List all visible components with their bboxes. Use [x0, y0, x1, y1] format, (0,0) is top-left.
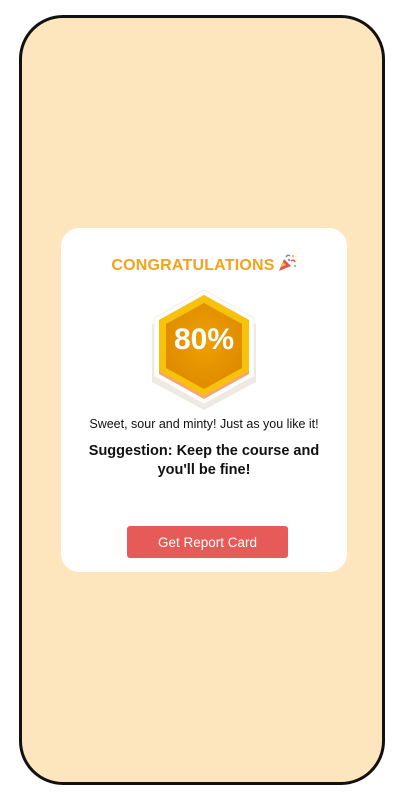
get-report-card-button[interactable]: Get Report Card [127, 526, 288, 558]
title-row: CONGRATULATIONS [61, 254, 347, 275]
party-popper-icon [277, 253, 297, 273]
suggestion-text: Suggestion: Keep the course and you'll b… [88, 443, 320, 478]
congratulations-title: CONGRATULATIONS [111, 257, 275, 274]
result-card: CONGRATULATIONS 80% Sweet, sour and mint… [61, 228, 347, 572]
score-badge: 80% [145, 285, 263, 411]
result-message: Sweet, sour and minty! Just as you like … [89, 417, 319, 431]
score-value: 80% [173, 323, 235, 356]
phone-frame: CONGRATULATIONS 80% Sweet, sour and mint… [19, 15, 385, 785]
